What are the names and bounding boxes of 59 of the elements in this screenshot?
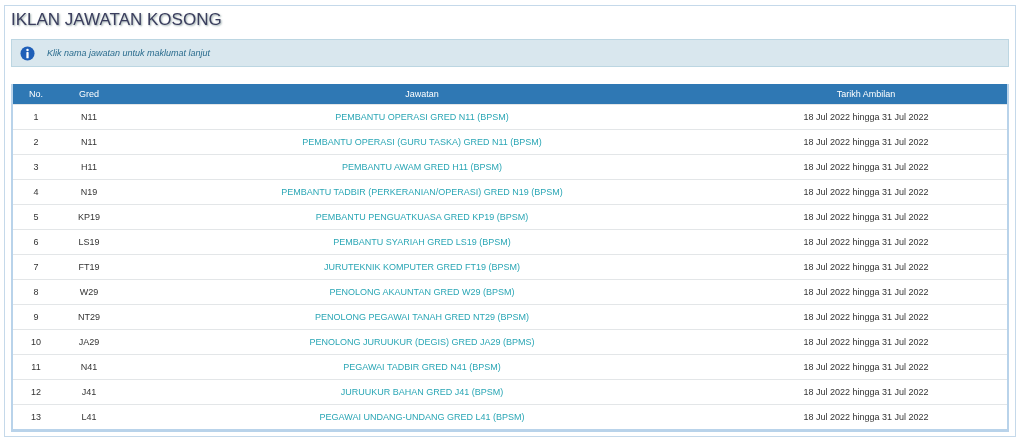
job-link[interactable]: PEMBANTU PENGUATKUASA GRED KP19 (BPSM)	[315, 212, 529, 222]
job-link[interactable]: PEMBANTU OPERASI (GURU TASKA) GRED N11 (BPSM)	[302, 137, 542, 147]
table-cell: 18 Jul 2022 hingga 31 Jul 2022	[803, 287, 929, 297]
table-cell: 13	[31, 412, 41, 422]
table-cell: N11	[81, 112, 97, 122]
job-link[interactable]: PEMBANTU SYARIAH GRED LS19 (BPSM)	[333, 237, 511, 247]
page-title: IKLAN JAWATAN KOSONG	[11, 9, 223, 31]
table-cell: 6	[33, 237, 39, 247]
table-cell: 8	[33, 287, 39, 297]
table-cell: 18 Jul 2022 hingga 31 Jul 2022	[803, 312, 929, 322]
column-header: No.	[12, 84, 59, 105]
table-cell: LS19	[78, 237, 100, 247]
table-cell: 18 Jul 2022 hingga 31 Jul 2022	[803, 187, 929, 197]
job-link[interactable]: PENOLONG PEGAWAI TANAH GRED NT29 (BPSM)	[314, 312, 529, 322]
table-cell: J41	[81, 387, 97, 397]
table-cell: 18 Jul 2022 hingga 31 Jul 2022	[803, 137, 929, 147]
job-link[interactable]: PENOLONG JURUUKUR (DEGIS) GRED JA29 (BPMS)	[309, 337, 535, 347]
column-header: Tarikh Ambilan	[725, 84, 1008, 105]
job-link[interactable]: PEGAWAI TADBIR GRED N41 (BPSM)	[343, 362, 501, 372]
table-cell: NT29	[78, 312, 100, 322]
table-cell: 2	[33, 137, 39, 147]
column-header: Jawatan	[119, 84, 725, 105]
info-icon	[20, 45, 35, 61]
job-link[interactable]: PEGAWAI UNDANG-UNDANG GRED L41 (BPSM)	[319, 412, 525, 422]
table-cell: 18 Jul 2022 hingga 31 Jul 2022	[803, 387, 929, 397]
table-cell: N41	[80, 362, 98, 372]
info-text: Klik nama jawatan untuk maklumat lanjut	[47, 48, 211, 58]
table-cell: 18 Jul 2022 hingga 31 Jul 2022	[803, 212, 929, 222]
table-cell: 18 Jul 2022 hingga 31 Jul 2022	[803, 162, 929, 172]
table-cell: 5	[33, 212, 39, 222]
job-link[interactable]: PEMBANTU OPERASI GRED N11 (BPSM)	[335, 112, 509, 122]
table-cell: 4	[33, 187, 39, 197]
table-cell: 1	[33, 112, 39, 122]
table-cell: FT19	[78, 262, 100, 272]
table-cell: H11	[81, 162, 97, 172]
job-link[interactable]: JURUUKUR BAHAN GRED J41 (BPSM)	[340, 387, 504, 397]
table-cell: W29	[79, 287, 99, 297]
table-cell: 18 Jul 2022 hingga 31 Jul 2022	[803, 362, 929, 372]
job-link[interactable]: PEMBANTU AWAM GRED H11 (BPSM)	[341, 162, 503, 172]
table-cell: 3	[33, 162, 39, 172]
table-cell: L41	[81, 412, 97, 422]
table-cell: N11	[81, 137, 97, 147]
table-cell: 18 Jul 2022 hingga 31 Jul 2022	[803, 337, 929, 347]
table-cell: JA29	[78, 337, 100, 347]
table-cell: N19	[80, 187, 98, 197]
table-cell: 9	[33, 312, 39, 322]
table-cell: 10	[31, 337, 41, 347]
job-link[interactable]: PENOLONG AKAUNTAN GRED W29 (BPSM)	[329, 287, 515, 297]
table-cell: 18 Jul 2022 hingga 31 Jul 2022	[803, 262, 929, 272]
job-link[interactable]: JURUTEKNIK KOMPUTER GRED FT19 (BPSM)	[324, 262, 520, 272]
table-cell: 18 Jul 2022 hingga 31 Jul 2022	[803, 412, 929, 422]
table-cell: 18 Jul 2022 hingga 31 Jul 2022	[803, 112, 929, 122]
table-cell: 7	[33, 262, 39, 272]
table-cell: KP19	[78, 212, 100, 222]
table-cell: 12	[31, 387, 41, 397]
column-header: Gred	[59, 84, 119, 105]
table-cell: 18 Jul 2022 hingga 31 Jul 2022	[803, 237, 929, 247]
table-cell: 11	[31, 362, 41, 372]
job-link[interactable]: PEMBANTU TADBIR (PERKERANIAN/OPERASI) GRED N19 (BPSM)	[281, 187, 563, 197]
